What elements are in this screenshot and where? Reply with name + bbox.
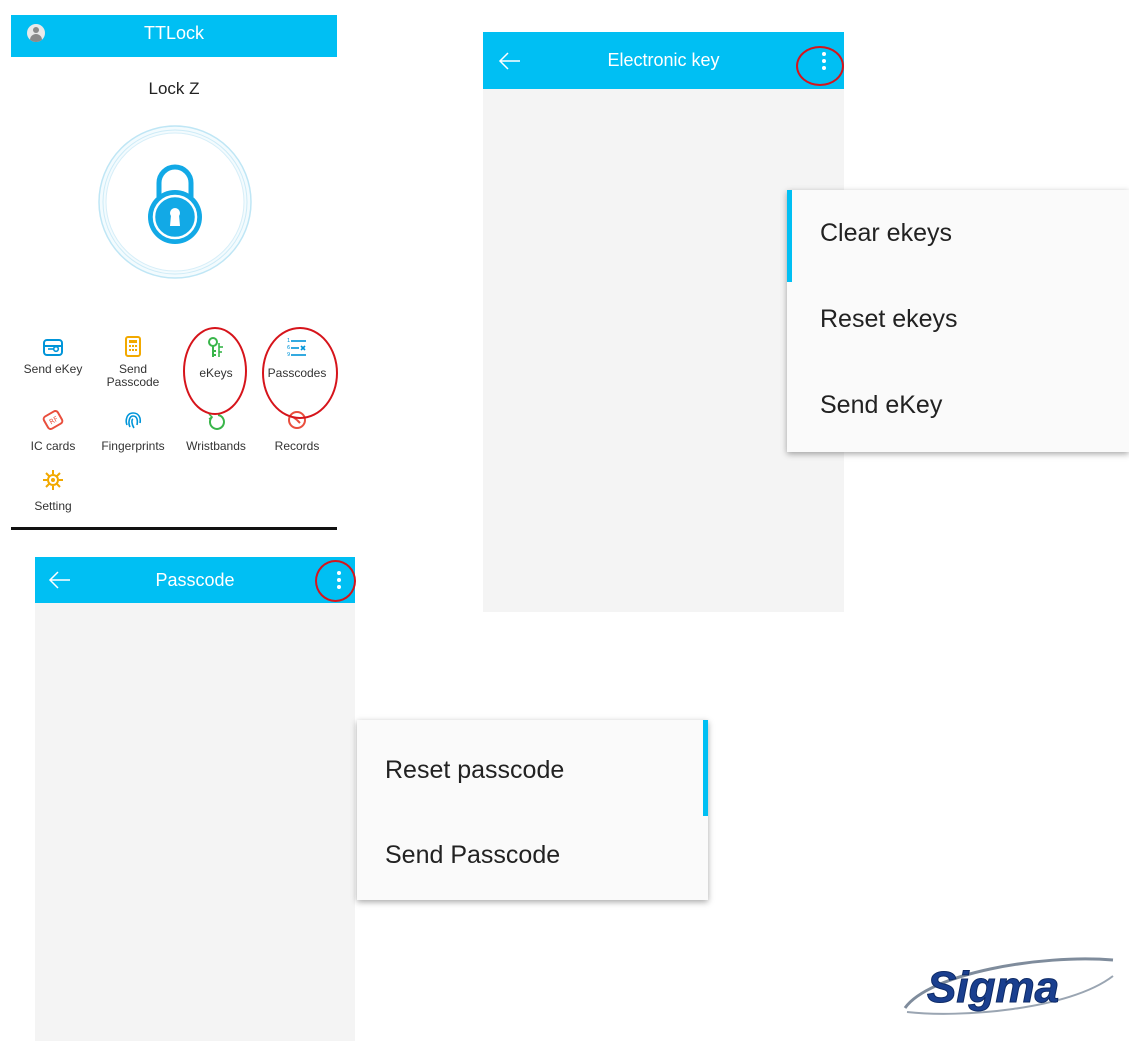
ttlock-main-screen: TTLock Lock Z Send eKey Send Passcode eK… <box>11 15 339 530</box>
svg-text:1: 1 <box>287 338 290 344</box>
send-passcode-item[interactable]: Send Passcode <box>91 335 175 389</box>
reset-ekeys-menu-item[interactable]: Reset ekeys <box>787 305 1129 334</box>
app-header: TTLock <box>11 15 337 57</box>
keys-icon <box>208 337 223 357</box>
ic-cards-item[interactable]: RF IC cards <box>11 408 95 453</box>
svg-text:6: 6 <box>287 345 290 351</box>
svg-text:Sigma: Sigma <box>927 963 1059 1012</box>
sigma-logo: Sigma <box>903 957 1114 1015</box>
clear-ekeys-menu-item[interactable]: Clear ekeys <box>787 219 1129 248</box>
passcode-header: Passcode <box>35 557 355 603</box>
records-clock-icon <box>288 411 306 429</box>
passcodes-item[interactable]: 1 6 9 Passcodes <box>255 335 339 380</box>
ekeys-item[interactable]: eKeys <box>174 335 258 380</box>
ekey-header: Electronic key <box>483 32 844 89</box>
wristband-icon <box>208 413 225 430</box>
send-ekey-label: Send eKey <box>23 362 83 376</box>
lock-name: Lock Z <box>148 79 200 98</box>
passcodes-label: Passcodes <box>267 366 327 380</box>
padlock-icon <box>98 125 252 279</box>
wristbands-item[interactable]: Wristbands <box>174 408 258 453</box>
passcode-options-menu: Reset passcode Send Passcode <box>357 720 708 900</box>
setting-label: Setting <box>34 499 72 513</box>
fingerprints-item[interactable]: Fingerprints <box>91 408 175 453</box>
unlock-button[interactable] <box>98 125 252 279</box>
records-label: Records <box>274 439 320 453</box>
reset-passcode-menu-item[interactable]: Reset passcode <box>357 756 708 785</box>
setting-item[interactable]: Setting <box>11 468 95 513</box>
records-item[interactable]: Records <box>255 408 339 453</box>
passcode-title: Passcode <box>155 570 235 590</box>
divider <box>11 527 337 530</box>
ekeys-label: eKeys <box>199 366 233 380</box>
fingerprint-icon <box>125 412 142 429</box>
ekey-options-menu: Clear ekeys Reset ekeys Send eKey <box>787 190 1129 452</box>
ic-cards-label: IC cards <box>30 439 76 453</box>
app-title: TTLock <box>143 23 204 43</box>
passcode-list-icon: 1 6 9 <box>287 338 306 358</box>
svg-text:9: 9 <box>287 352 290 358</box>
send-passcode-label: Send Passcode <box>106 362 160 389</box>
wristbands-label: Wristbands <box>186 439 246 453</box>
more-options-icon[interactable] <box>819 49 829 73</box>
calculator-icon <box>125 336 141 357</box>
send-passcode-menu-item[interactable]: Send Passcode <box>357 841 708 870</box>
fingerprints-label: Fingerprints <box>101 439 165 453</box>
rf-card-icon: RF <box>42 410 64 430</box>
passcode-screen: Passcode <box>35 557 356 1041</box>
more-options-icon[interactable] <box>334 568 344 592</box>
gear-icon <box>43 470 63 490</box>
send-ekey-icon <box>43 339 63 356</box>
send-ekey-item[interactable]: Send eKey <box>11 335 95 376</box>
send-ekey-menu-item[interactable]: Send eKey <box>787 391 1129 420</box>
ekey-title: Electronic key <box>607 50 720 70</box>
